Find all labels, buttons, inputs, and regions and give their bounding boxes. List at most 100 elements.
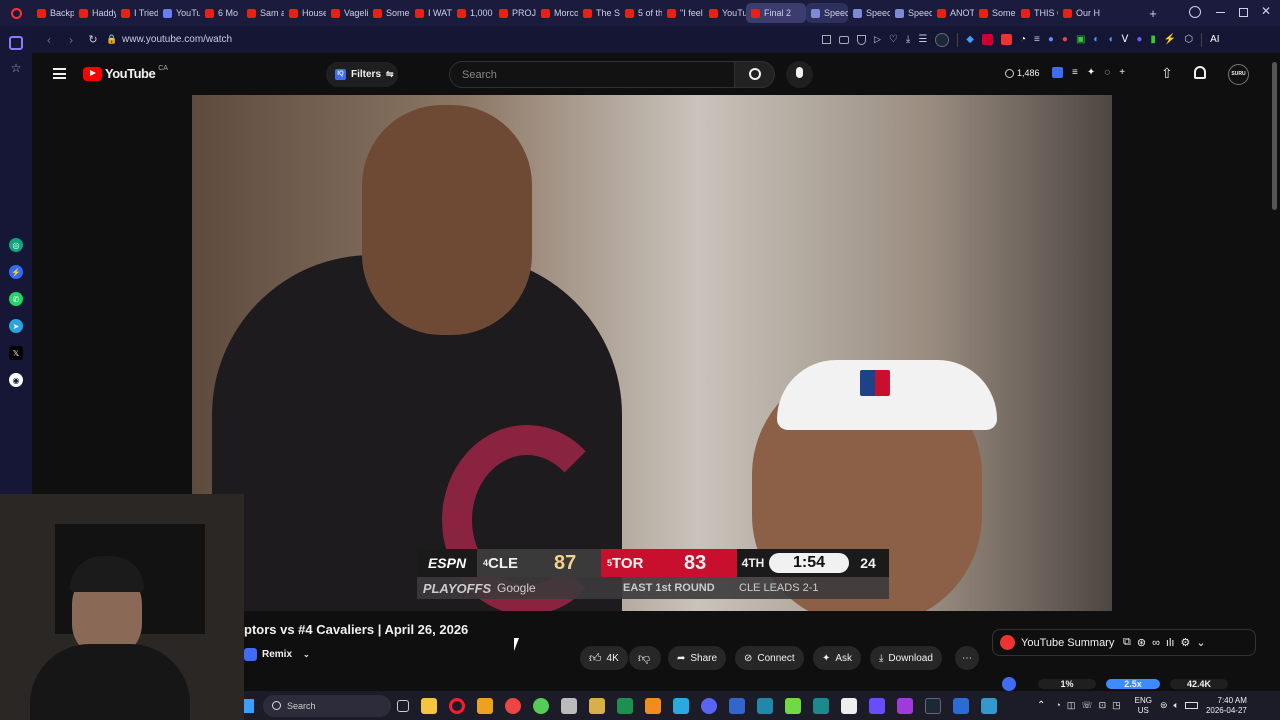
sparkle-icon[interactable]: + [1119,67,1125,78]
aria-ai-icon[interactable]: AI [1210,34,1219,45]
summary-chevron-down-icon[interactable]: ⌄ [1196,636,1205,649]
stack-app-icon[interactable] [589,697,605,714]
tab-10[interactable]: 1,000 [452,3,494,23]
summary-audio-icon[interactable]: ılı [1166,637,1175,649]
avatar[interactable]: SURU [1228,64,1249,85]
monitor-app-icon[interactable] [981,697,997,714]
chat-icon[interactable]: ◌ [1104,67,1110,78]
tab-1[interactable]: Haddy [74,3,116,23]
tab-3[interactable]: YouTu [158,3,200,23]
ext-counter-icon[interactable] [981,34,993,45]
whatsapp-icon[interactable]: ✆ [9,292,23,306]
discord-icon[interactable] [701,697,717,714]
capcut-icon[interactable] [841,697,857,714]
heart-icon[interactable]: ♡ [889,34,898,45]
sheet-app-icon[interactable] [617,697,633,714]
iq-extension-icon[interactable] [1052,67,1063,78]
ext-wave-icon[interactable]: ◐ [1093,34,1099,45]
ext-red-icon[interactable] [1000,34,1012,45]
file-explorer-icon[interactable] [421,697,437,714]
ext-chrome-icon[interactable]: ● [1062,34,1068,45]
upwork-icon[interactable] [785,697,801,714]
battery-icon[interactable] [1184,702,1198,709]
tab-19[interactable]: Speec [848,3,890,23]
network-icon[interactable]: ⊜ [1160,700,1168,711]
ext-flag-icon[interactable]: ▮ [1150,34,1156,45]
ext-dot-icon[interactable]: ● [1136,34,1142,45]
tab-search-icon[interactable] [1189,6,1201,18]
youtube-logo[interactable]: YouTube CA [83,65,168,81]
summary-copy-icon[interactable]: ⧉ [1123,636,1131,649]
tray-icons[interactable]: ◔◫☏⊡◳ [1055,700,1126,711]
steam-icon[interactable] [935,32,950,47]
tab-5[interactable]: Sam a [242,3,284,23]
opera-icon[interactable] [449,697,465,714]
steam-taskbar-icon[interactable] [925,697,941,714]
remix-button[interactable]: Remix ⌄ [244,648,310,661]
tab-0[interactable]: Backp [32,3,74,23]
tab-8[interactable]: Some [368,3,410,23]
star-icon[interactable]: ☆ [11,61,22,75]
green-app-icon[interactable] [533,697,549,714]
live-app-icon[interactable] [673,697,689,714]
summary-ai-icon[interactable]: ⊛ [1137,636,1146,649]
camera-icon[interactable] [839,35,849,44]
summary-glasses-icon[interactable]: ∞ [1152,637,1160,649]
tab-15[interactable]: "I feel [662,3,704,23]
page-scrollbar[interactable] [1272,62,1277,210]
new-tab-button[interactable]: + [1144,6,1162,21]
play-icon[interactable]: ▷ [874,34,881,45]
bolt-app-icon[interactable] [477,697,493,714]
tab-12[interactable]: Morco [536,3,578,23]
edit-icon[interactable] [822,35,831,44]
purple-app-icon[interactable] [897,697,913,714]
ask-button[interactable]: ✦ Ask [813,646,862,670]
notifications-bell-icon[interactable] [1194,66,1206,79]
bird-app-icon[interactable] [561,697,577,714]
taskbar-search[interactable]: Search [263,694,391,717]
windows-start-icon[interactable] [244,698,254,713]
download-icon[interactable]: ⤓ [906,34,910,45]
rss-icon[interactable]: ◔ [1020,34,1026,45]
tab-13[interactable]: The Sc [578,3,620,23]
voice-search-button[interactable] [786,61,813,88]
reload-button[interactable]: ↻ [82,33,104,46]
url-field[interactable]: www.youtube.com/watch [120,34,820,45]
search-button[interactable] [735,61,775,88]
edit-app-icon[interactable] [757,697,773,714]
tab-24[interactable]: Our H [1058,3,1100,23]
window-maximize-button[interactable] [1239,8,1248,17]
share-button[interactable]: ➦ Share [668,646,727,670]
view-counter[interactable]: 1,486 [1005,68,1040,78]
tab-4[interactable]: 6 Mo [200,3,242,23]
gem-icon[interactable]: ✦ [1087,67,1095,78]
tab-9[interactable]: I WAT [410,3,452,23]
ext-puzzle-icon[interactable]: ▣ [1076,34,1085,45]
tab-17[interactable]: Final 2 [746,3,806,23]
summary-gear-icon[interactable]: ⚙ [1180,636,1190,649]
menu-icon[interactable]: ☰ [918,34,927,45]
home-icon[interactable] [9,36,23,50]
video-player[interactable] [192,95,1112,611]
ext-pin-icon[interactable]: ◆ [966,34,974,45]
opera-menu-icon[interactable] [0,0,32,26]
list-extension-icon[interactable]: ≡ [1072,67,1078,78]
telegram-icon[interactable]: ➤ [9,319,23,333]
x-icon[interactable]: 𝕏 [9,346,23,360]
tab-2[interactable]: I Tried [116,3,158,23]
window-app-icon[interactable] [953,697,969,714]
download-button[interactable]: ⤓ Download [870,646,942,670]
window-minimize-button[interactable] [1216,12,1225,13]
forward-button[interactable]: › [60,33,82,47]
chatgpt-icon[interactable]: ◎ [9,238,23,252]
youtube-summary-panel[interactable]: YouTube Summary ⧉ ⊛ ∞ ılı ⚙ ⌄ [992,629,1256,656]
task-view-icon[interactable] [397,699,409,712]
tray-chevron-up-icon[interactable]: ⌃ [1037,700,1045,711]
filters-button[interactable]: IQ Filters ⇋ [326,62,398,87]
messenger-icon[interactable]: ⚡ [9,265,23,279]
ext-list-icon[interactable]: ≡ [1034,34,1040,45]
tab-7[interactable]: Vageli [326,3,368,23]
shield-icon[interactable] [857,34,866,45]
tab-14[interactable]: 5 of th [620,3,662,23]
clock[interactable]: 7:40 AM 2026-04-27 [1206,696,1247,716]
